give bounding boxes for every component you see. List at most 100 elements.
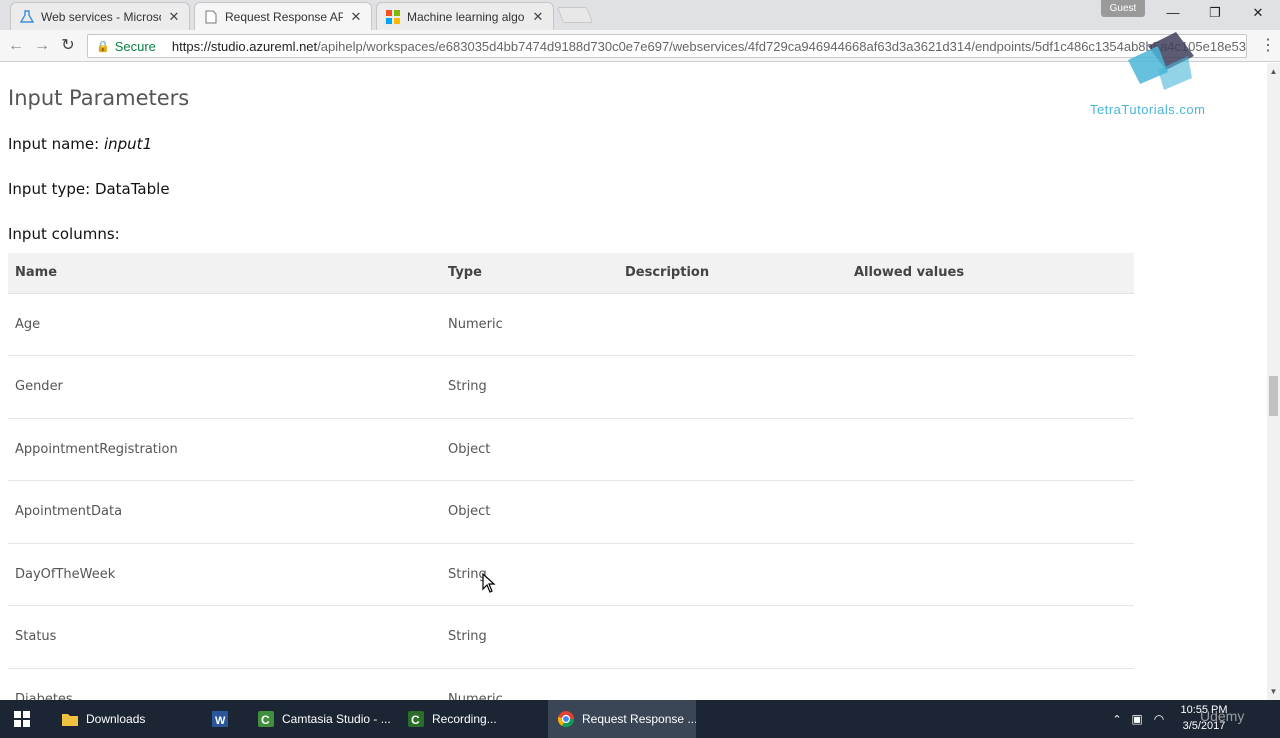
chrome-icon [556,709,576,729]
taskbar: Downloads W C Camtasia Studio - ... C Re… [0,700,1280,738]
flask-icon [19,9,35,25]
reload-icon[interactable]: ↻ [58,36,78,56]
table-row: DayOfTheWeek String [8,543,1134,606]
table-row: Gender String [8,355,1134,419]
camtasia-recorder-icon: C [406,709,426,729]
cell-allowed-values [847,480,1134,544]
restore-icon[interactable]: ❐ [1200,4,1230,22]
scroll-down-icon[interactable]: ▼ [1267,685,1280,698]
network-icon[interactable]: ▣ [1126,712,1148,726]
camtasia-icon: C [256,709,276,729]
mouse-cursor-icon [482,573,496,593]
cell-type: Numeric [441,293,618,356]
taskbar-item-downloads[interactable]: Downloads [52,700,198,738]
tab-title: Web services - Microsoft [41,9,161,24]
address-bar[interactable]: 🔒 Secure https://studio.azureml.net/apih… [87,34,1247,58]
cell-type: String [441,355,618,419]
table-header-row: Name Type Description Allowed values [8,253,1134,294]
cell-allowed-values [847,605,1134,669]
profile-badge[interactable]: Guest [1101,0,1145,17]
cell-description [618,480,847,544]
scroll-thumb[interactable] [1269,376,1278,416]
input-name-line: Input name: input1 [8,135,152,153]
url-host: https://studio.azureml.net [171,38,318,54]
cell-allowed-values [847,355,1134,419]
cell-description [618,418,847,481]
lock-icon: 🔒 [96,40,110,53]
scroll-up-icon[interactable]: ▲ [1267,65,1280,78]
forward-icon[interactable]: → [32,36,52,56]
window-close-icon[interactable]: ✕ [1243,4,1273,22]
secure-label: Secure [114,38,156,54]
taskbar-item-chrome[interactable]: Request Response ... [548,700,696,738]
back-icon[interactable]: ← [6,36,26,56]
cell-name: DayOfTheWeek [8,543,441,606]
system-tray: ⌃ ▣ ◠ [1108,700,1170,738]
page-title: Input Parameters [8,86,190,110]
taskbar-item-word[interactable]: W [202,700,246,738]
input-columns-table: Name Type Description Allowed values Age… [8,253,1134,700]
cell-name: ApointmentData [8,480,441,544]
cell-type: Object [441,480,618,544]
taskbar-label: Recording... [432,712,497,726]
windows-icon [14,711,30,727]
svg-text:C: C [261,713,270,727]
cell-name: Status [8,605,441,669]
table-row: ApointmentData Object [8,480,1134,544]
table-row: Status String [8,605,1134,669]
page-icon [203,9,219,25]
minimize-icon[interactable]: — [1158,4,1188,22]
taskbar-label: Downloads [86,712,146,726]
folder-icon [60,709,80,729]
cell-type: String [441,605,618,669]
cell-allowed-values [847,293,1134,356]
taskbar-item-camtasia[interactable]: C Camtasia Studio - ... [248,700,394,738]
input-name-value: input1 [103,135,153,153]
wifi-icon[interactable]: ◠ [1148,712,1170,726]
cell-type: Numeric [441,668,618,700]
cell-allowed-values [847,543,1134,606]
taskbar-item-recording[interactable]: C Recording... [398,700,544,738]
udemy-watermark: Udemy [1200,708,1245,724]
cell-description [618,293,847,356]
cell-type: Object [441,418,618,481]
svg-text:C: C [411,713,420,727]
taskbar-label: Camtasia Studio - ... [282,712,391,726]
new-tab-button[interactable] [557,7,593,23]
cell-name: Age [8,293,441,356]
tab-request-response[interactable]: Request Response API D ✕ [194,2,372,31]
menu-icon[interactable]: ⋮ [1260,36,1276,56]
page-content: Input Parameters Input name: input1 Inpu… [0,63,1267,700]
input-name-label: Input name: [8,135,100,153]
cell-name: Gender [8,355,441,419]
cell-description [618,543,847,606]
tab-web-services[interactable]: Web services - Microsoft ✕ [10,2,190,30]
close-icon[interactable]: ✕ [531,9,545,25]
cell-description [618,668,847,700]
column-header-name: Name [8,253,441,294]
column-header-allowed-values: Allowed values [847,253,1134,294]
watermark-text: TetraTutorials.com [1090,102,1206,117]
watermark-logo: TetraTutorials.com [1088,26,1232,122]
tab-machine-learning[interactable]: Machine learning algorit ✕ [376,2,554,30]
taskbar-label: Request Response ... [582,712,696,726]
tab-title: Machine learning algorit [407,9,525,24]
table-row: Age Numeric [8,293,1134,356]
microsoft-icon [385,9,401,25]
close-icon[interactable]: ✕ [349,9,363,25]
vertical-scrollbar[interactable]: ▲ ▼ [1267,63,1280,700]
tab-title: Request Response API D [225,10,343,24]
close-icon[interactable]: ✕ [167,9,181,25]
input-type-line: Input type: DataTable [8,180,170,198]
cell-allowed-values [847,668,1134,700]
cell-allowed-values [847,418,1134,481]
cell-name: Diabetes [8,668,441,700]
input-columns-label: Input columns: [8,225,120,243]
svg-text:W: W [215,715,226,727]
cell-description [618,355,847,419]
chevron-up-icon[interactable]: ⌃ [1108,713,1126,726]
cell-description [618,605,847,669]
start-button[interactable] [0,700,46,738]
cell-name: AppointmentRegistration [8,418,441,481]
table-row: Diabetes Numeric [8,668,1134,700]
